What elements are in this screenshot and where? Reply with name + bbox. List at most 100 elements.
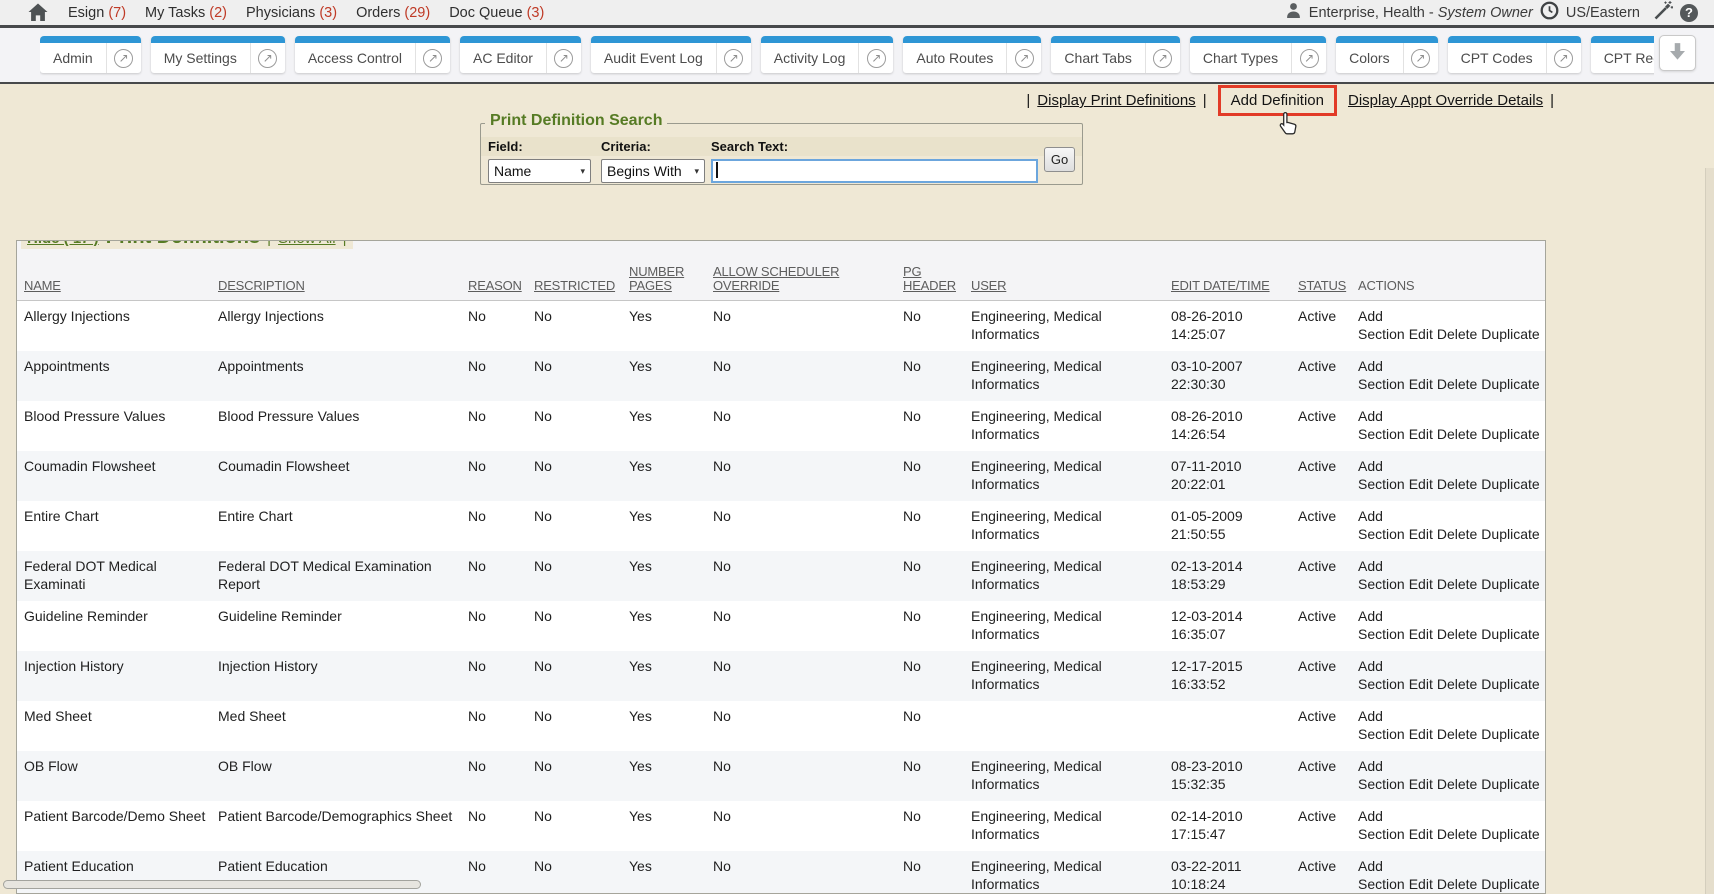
action-add-section[interactable]: Add Section (1358, 558, 1405, 592)
horizontal-scrollbar-thumb[interactable] (3, 880, 421, 889)
nav-item-doc-queue[interactable]: Doc Queue (3) (449, 5, 544, 21)
action-delete[interactable]: Delete (1437, 626, 1477, 642)
action-duplicate[interactable]: Duplicate (1481, 526, 1539, 542)
wand-icon[interactable] (1653, 0, 1673, 25)
action-add-section[interactable]: Add Section (1358, 358, 1405, 392)
external-link-icon[interactable]: ↗ (258, 49, 277, 68)
show-all-link[interactable]: Show All (278, 240, 336, 247)
column-header-description[interactable]: DESCRIPTION (218, 279, 468, 293)
action-edit[interactable]: Edit (1409, 576, 1433, 592)
action-duplicate[interactable]: Duplicate (1481, 476, 1539, 492)
external-link-icon[interactable]: ↗ (867, 49, 886, 68)
action-delete[interactable]: Delete (1437, 776, 1477, 792)
search-text-input[interactable] (711, 159, 1038, 183)
external-link-icon[interactable]: ↗ (1411, 49, 1430, 68)
action-duplicate[interactable]: Duplicate (1481, 626, 1539, 642)
action-edit[interactable]: Edit (1409, 426, 1433, 442)
action-edit[interactable]: Edit (1409, 876, 1433, 892)
display-appt-override-details-link[interactable]: Display Appt Override Details (1348, 92, 1543, 109)
column-header-pg-header[interactable]: PGHEADER (903, 265, 971, 293)
action-delete[interactable]: Delete (1437, 576, 1477, 592)
action-delete[interactable]: Delete (1437, 726, 1477, 742)
help-icon[interactable]: ? (1680, 4, 1698, 22)
action-add-section[interactable]: Add Section (1358, 408, 1405, 442)
external-link-icon[interactable]: ↗ (423, 49, 442, 68)
tab-activity-log[interactable]: Activity Log↗ (761, 36, 894, 73)
external-link-icon[interactable]: ↗ (114, 49, 133, 68)
action-delete[interactable]: Delete (1437, 526, 1477, 542)
external-link-icon[interactable]: ↗ (724, 49, 743, 68)
action-delete[interactable]: Delete (1437, 426, 1477, 442)
action-duplicate[interactable]: Duplicate (1481, 726, 1539, 742)
action-edit[interactable]: Edit (1409, 826, 1433, 842)
action-add-section[interactable]: Add Section (1358, 808, 1405, 842)
nav-item-esign[interactable]: Esign (7) (68, 5, 126, 21)
action-add-section[interactable]: Add Section (1358, 758, 1405, 792)
action-edit[interactable]: Edit (1409, 776, 1433, 792)
go-button[interactable]: Go (1044, 147, 1075, 172)
column-header-restricted[interactable]: RESTRICTED (534, 279, 629, 293)
action-delete[interactable]: Delete (1437, 826, 1477, 842)
action-add-section[interactable]: Add Section (1358, 508, 1405, 542)
action-delete[interactable]: Delete (1437, 376, 1477, 392)
column-header-reason[interactable]: REASON (468, 279, 534, 293)
action-add-section[interactable]: Add Section (1358, 708, 1405, 742)
action-add-section[interactable]: Add Section (1358, 858, 1405, 892)
tab-auto-routes[interactable]: Auto Routes↗ (903, 36, 1041, 73)
action-add-section[interactable]: Add Section (1358, 608, 1405, 642)
external-link-icon[interactable]: ↗ (1015, 49, 1034, 68)
clock-icon[interactable] (1540, 1, 1559, 25)
action-duplicate[interactable]: Duplicate (1481, 426, 1539, 442)
external-link-icon[interactable]: ↗ (554, 49, 573, 68)
criteria-select[interactable]: Begins With ▾ (601, 159, 705, 183)
action-edit[interactable]: Edit (1409, 326, 1433, 342)
action-edit[interactable]: Edit (1409, 376, 1433, 392)
action-add-section[interactable]: Add Section (1358, 658, 1405, 692)
action-duplicate[interactable]: Duplicate (1481, 826, 1539, 842)
tab-colors[interactable]: Colors↗ (1336, 36, 1437, 73)
action-edit[interactable]: Edit (1409, 526, 1433, 542)
action-delete[interactable]: Delete (1437, 476, 1477, 492)
action-delete[interactable]: Delete (1437, 676, 1477, 692)
column-header-number-pages[interactable]: NUMBERPAGES (629, 265, 713, 293)
action-duplicate[interactable]: Duplicate (1481, 576, 1539, 592)
external-link-icon[interactable]: ↗ (1153, 49, 1172, 68)
action-edit[interactable]: Edit (1409, 676, 1433, 692)
action-edit[interactable]: Edit (1409, 476, 1433, 492)
action-delete[interactable]: Delete (1437, 876, 1477, 892)
hide-link[interactable]: Hide ( 17 ) (27, 240, 99, 247)
more-tabs-button[interactable] (1659, 35, 1696, 71)
tab-chart-tabs[interactable]: Chart Tabs↗ (1051, 36, 1179, 73)
action-add-section[interactable]: Add Section (1358, 308, 1405, 342)
external-link-icon[interactable]: ↗ (1300, 49, 1319, 68)
tab-access-control[interactable]: Access Control↗ (295, 36, 450, 73)
nav-item-my-tasks[interactable]: My Tasks (2) (145, 5, 227, 21)
action-delete[interactable]: Delete (1437, 326, 1477, 342)
action-edit[interactable]: Edit (1409, 726, 1433, 742)
column-header-name[interactable]: NAME (24, 279, 218, 293)
tab-ac-editor[interactable]: AC Editor↗ (460, 36, 581, 73)
column-header-edit-date-time[interactable]: EDIT DATE/TIME (1171, 279, 1298, 293)
action-duplicate[interactable]: Duplicate (1481, 876, 1539, 892)
tab-audit-event-log[interactable]: Audit Event Log↗ (591, 36, 751, 73)
tab-admin[interactable]: Admin↗ (40, 36, 141, 73)
action-duplicate[interactable]: Duplicate (1481, 376, 1539, 392)
external-link-icon[interactable]: ↗ (1554, 49, 1573, 68)
display-print-definitions-link[interactable]: Display Print Definitions (1037, 92, 1195, 109)
column-header-user[interactable]: USER (971, 279, 1171, 293)
nav-item-physicians[interactable]: Physicians (3) (246, 5, 337, 21)
action-duplicate[interactable]: Duplicate (1481, 326, 1539, 342)
column-header-status[interactable]: STATUS (1298, 279, 1358, 293)
action-duplicate[interactable]: Duplicate (1481, 676, 1539, 692)
tab-cpt-codes[interactable]: CPT Codes↗ (1448, 36, 1581, 73)
action-add-section[interactable]: Add Section (1358, 458, 1405, 492)
vertical-scrollbar[interactable] (1705, 168, 1714, 894)
tab-chart-types[interactable]: Chart Types↗ (1190, 36, 1326, 73)
column-header-allow-scheduler-override[interactable]: ALLOW SCHEDULEROVERRIDE (713, 265, 903, 293)
home-icon[interactable] (28, 3, 48, 22)
tab-cpt-requirements[interactable]: CPT Requirements↗ (1591, 36, 1654, 73)
action-duplicate[interactable]: Duplicate (1481, 776, 1539, 792)
timezone-label[interactable]: US/Eastern (1566, 5, 1640, 21)
nav-item-orders[interactable]: Orders (29) (356, 5, 430, 21)
field-select[interactable]: Name ▾ (488, 159, 591, 183)
